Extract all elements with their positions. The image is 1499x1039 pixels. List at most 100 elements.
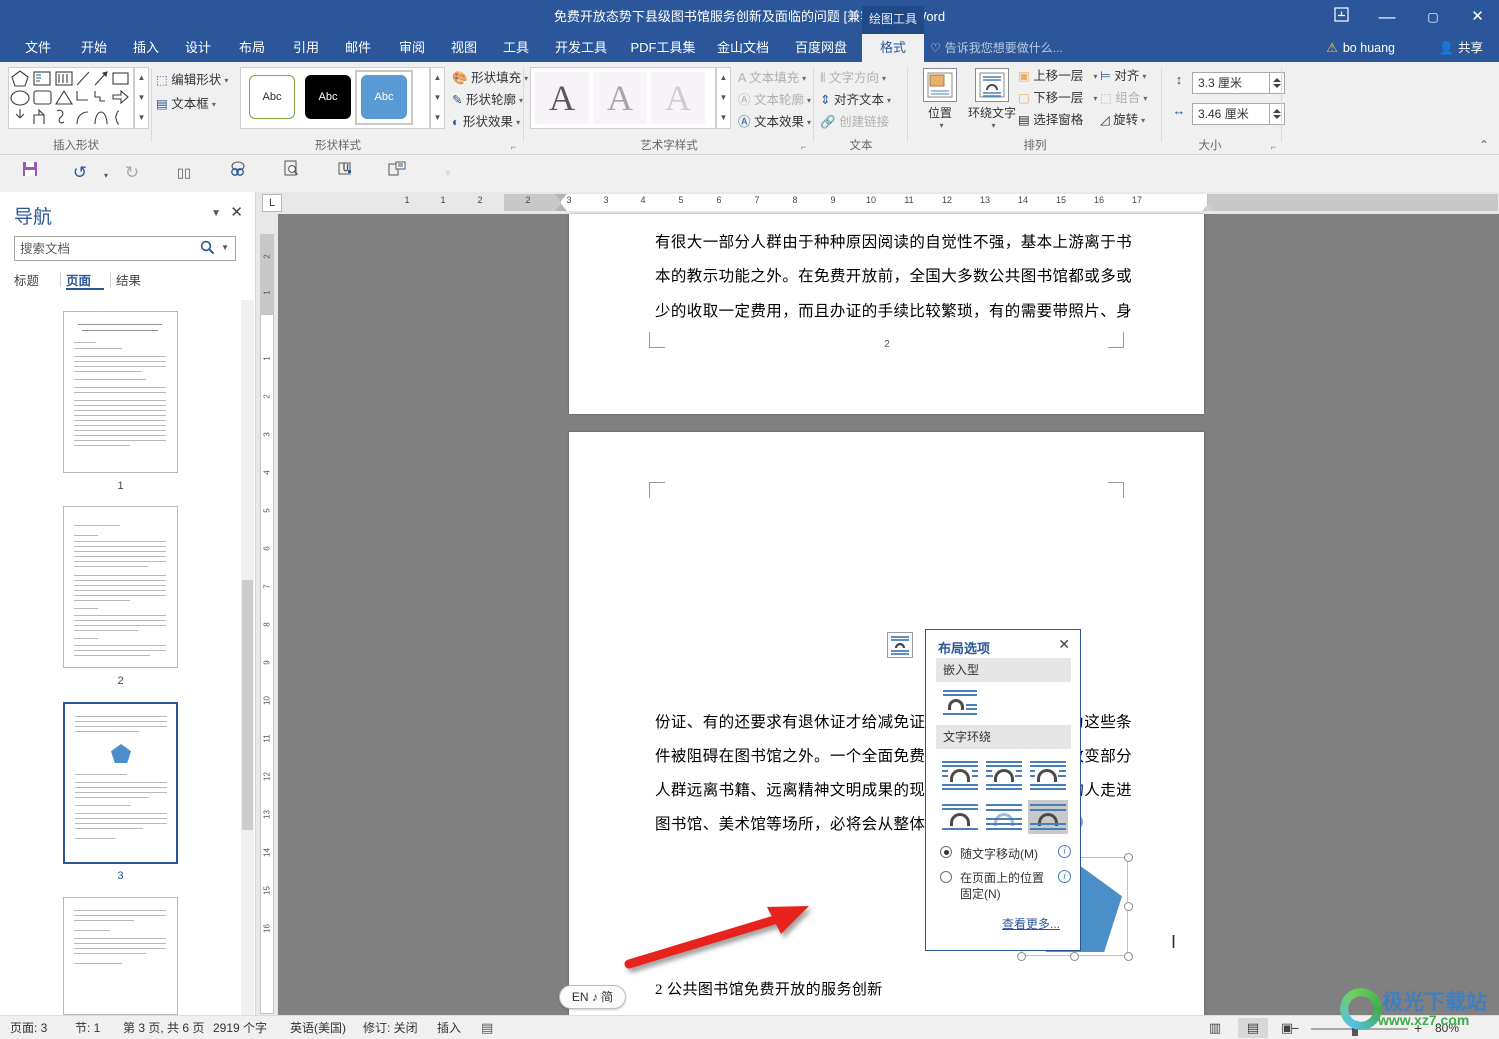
horizontal-ruler[interactable]: L 3 2 1 1 2 3 4 5 6 7 8 9 10 11 12 13 14… [256,192,1499,214]
tab-review[interactable]: 审阅 [388,34,436,62]
redo-button[interactable]: ↻ [118,160,146,186]
account-name[interactable]: ⚠ bo huang [1326,34,1395,62]
bring-forward-button[interactable]: ▣ 上移一层 ▾ [1018,66,1097,86]
read-mode-view-button[interactable]: ▥ [1200,1018,1230,1038]
radio-fix-position[interactable] [940,871,952,883]
page-thumbnail-2[interactable] [63,506,178,668]
hanging-indent-marker[interactable] [555,204,567,211]
text-direction-button[interactable]: ⦀ 文字方向 ▾ [820,68,886,88]
search-icon[interactable] [200,240,215,258]
shape-fill-button[interactable]: 🎨 形状填充 ▾ [452,68,528,88]
shape-width-input[interactable]: 3.46 厘米 [1192,103,1270,125]
send-backward-button[interactable]: ▢ 下移一层 ▾ [1018,88,1097,108]
shape-styles-scroll[interactable]: ▲ ▼ ▼ [430,67,445,129]
shapes-gallery[interactable] [8,67,134,129]
attachment-button[interactable] [331,160,359,186]
wrap-text-button[interactable]: 环绕文字 ▾ [966,66,1018,130]
undo-dropdown-icon[interactable]: ▾ [92,160,120,186]
tab-design[interactable]: 设计 [174,34,222,62]
document-page-3[interactable]: 份证、有的还要求有退休证才给减免证费等，好多读者就因为这些条 件被阻碍在图书馆之… [569,432,1204,1033]
tab-file[interactable]: 文件 [14,34,62,62]
page-thumbnail-3-selected[interactable] [63,702,178,864]
info-icon[interactable]: i [1058,845,1071,858]
nav-tab-results[interactable]: 结果 [116,270,154,290]
tell-me-search[interactable]: ♡ 告诉我您想要做什么... [930,34,1063,62]
wordart-swatch-3[interactable]: A [651,72,705,124]
text-effects-button[interactable]: Ⓐ 文本效果 ▾ [738,112,811,132]
tab-home[interactable]: 开始 [70,34,118,62]
insert-object-button[interactable] [383,160,411,186]
shapes-scroll-down-icon[interactable]: ▼ [135,88,148,108]
page-thumbnail-list[interactable]: 1 2 3 [0,300,255,1015]
tab-format[interactable]: 格式 [862,34,924,62]
tab-stop-selector[interactable]: L [262,194,282,212]
ime-status-badge[interactable]: EN ♪ 简 [559,985,626,1009]
selection-pane-button[interactable]: ▤ 选择窗格 [1018,110,1083,130]
page-thumbnail-1[interactable] [63,311,178,473]
wrap-option-tight[interactable] [984,758,1024,792]
document-page-2[interactable]: 有很大一部分人群由于种种原因阅读的自觉性不强，基本上游离于书 本的教示功能之外。… [569,214,1204,414]
save-button[interactable] [16,160,44,186]
shapes-gallery-more-icon[interactable]: ▼ [135,108,148,128]
shapes-gallery-scroll[interactable]: ▲ ▼ ▼ [134,67,149,129]
status-insert-mode[interactable]: 插入 [437,1016,461,1039]
close-button[interactable]: ✕ [1456,0,1499,34]
status-section[interactable]: 节: 1 [75,1016,100,1039]
shape-styles-gallery[interactable]: Abc Abc Abc [240,67,430,129]
close-icon[interactable]: ✕ [230,203,243,221]
wordart-gallery-more-icon[interactable]: ▼ [717,108,730,128]
wrap-option-behind-text[interactable] [984,800,1024,834]
wordart-gallery[interactable]: A A A [530,67,716,129]
wordart-gallery-scroll[interactable]: ▲ ▼ ▼ [716,67,731,129]
styles-gallery-more-icon[interactable]: ▼ [431,108,444,128]
shape-style-swatch-2[interactable]: Abc [305,75,351,119]
layout-options-anchor-button[interactable] [887,632,913,658]
tab-layout[interactable]: 布局 [228,34,276,62]
tab-mailings[interactable]: 邮件 [334,34,382,62]
resize-handle-se[interactable] [1124,952,1133,961]
tab-tools[interactable]: 工具 [492,34,540,62]
shape-styles-dialog-launcher[interactable]: ⌐ [511,142,516,152]
close-icon[interactable]: ✕ [1058,636,1070,653]
styles-scroll-up-icon[interactable]: ▲ [431,68,444,88]
shape-effects-button[interactable]: ◐ 形状效果 ▾ [452,112,520,132]
collapse-ribbon-button[interactable]: ⌃ [1479,138,1489,152]
print-preview-button[interactable] [277,160,305,186]
page-thumbnail-4[interactable] [63,897,178,1015]
info-icon[interactable]: i [1058,870,1071,883]
tab-references[interactable]: 引用 [282,34,330,62]
shape-height-input[interactable]: 3.3 厘米 [1192,72,1270,94]
vertical-ruler[interactable]: 2 1 1 2 3 4 5 6 7 8 9 10 11 12 13 14 15 … [256,214,278,1015]
text-outline-button[interactable]: Ⓐ 文本轮廓 ▾ [738,90,811,110]
create-link-button[interactable]: 🔗 创建链接 [820,112,889,132]
wrap-option-through[interactable] [1028,758,1068,792]
see-more-link[interactable]: 查看更多... [1002,915,1060,932]
ribbon-display-options-icon[interactable] [1318,0,1364,34]
wrap-option-top-bottom[interactable] [940,800,980,834]
share-button[interactable]: 👤 共享 [1433,36,1491,60]
align-objects-button[interactable]: ⊨ 对齐 ▾ [1100,66,1146,86]
wrap-option-square[interactable] [940,758,980,792]
status-track-changes[interactable]: 修订: 关闭 [363,1016,418,1039]
status-word-count[interactable]: 2919 个字 [213,1016,267,1039]
shape-style-swatch-3-selected[interactable]: Abc [361,75,407,119]
minimize-button[interactable]: — [1364,0,1410,34]
position-button[interactable]: 位置 ▾ [914,66,966,130]
styles-scroll-down-icon[interactable]: ▼ [431,88,444,108]
maximize-button[interactable]: ▢ [1410,0,1456,34]
tab-kingsoft-docs[interactable]: 金山文档 [706,34,780,62]
tab-developer[interactable]: 开发工具 [544,34,618,62]
resize-handle-e[interactable] [1124,902,1133,911]
wordart-swatch-1[interactable]: A [535,72,589,124]
nav-tab-pages[interactable]: 页面 [66,270,104,290]
shape-style-swatch-1[interactable]: Abc [249,75,295,119]
radio-move-with-text[interactable] [940,846,952,858]
wordart-scroll-down-icon[interactable]: ▼ [717,88,730,108]
compare-button[interactable]: ▯▯ [170,160,198,186]
web-link-button[interactable] [224,160,252,186]
right-indent-marker[interactable] [1202,204,1214,211]
tab-insert[interactable]: 插入 [122,34,170,62]
text-fill-button[interactable]: A 文本填充 ▾ [738,68,806,88]
size-dialog-launcher[interactable]: ⌐ [1271,142,1276,152]
tab-baidu-netdisk[interactable]: 百度网盘 [784,34,858,62]
